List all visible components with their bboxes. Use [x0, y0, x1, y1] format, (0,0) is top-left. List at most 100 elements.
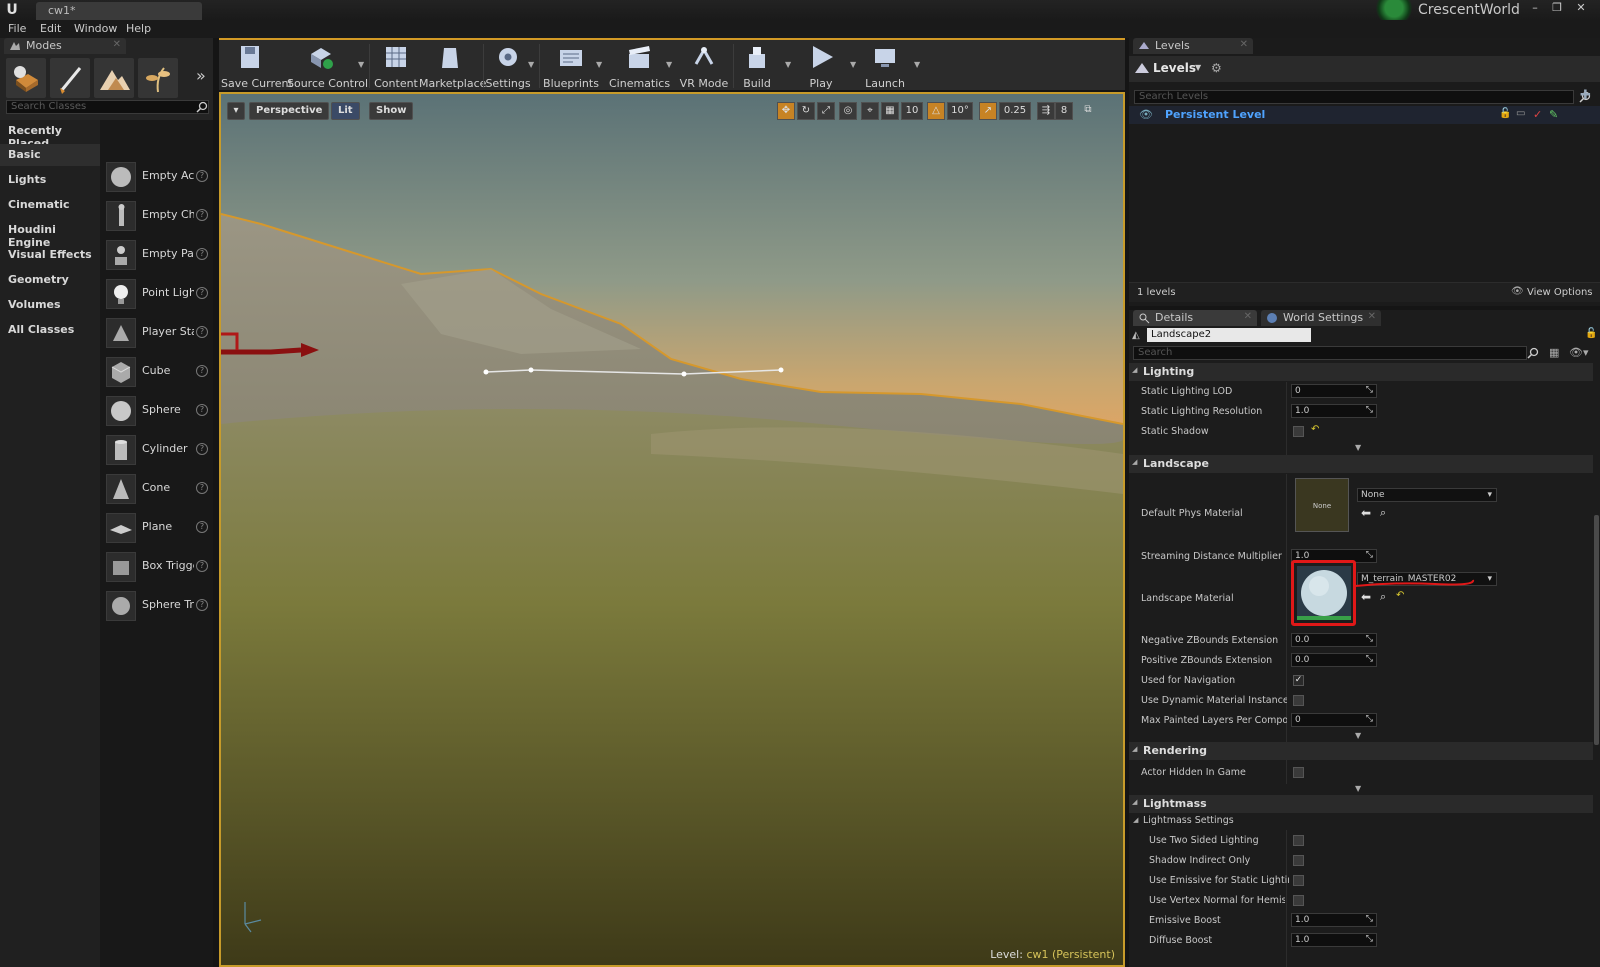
section-lightmass[interactable]: Lightmass: [1129, 795, 1593, 813]
section-rendering[interactable]: Rendering: [1129, 742, 1593, 760]
section-landscape[interactable]: Landscape: [1129, 455, 1593, 473]
maximize-viewport-icon[interactable]: ⧉: [1081, 102, 1095, 120]
launch-button[interactable]: Launch: [863, 44, 907, 90]
maximize-button[interactable]: ❐: [1548, 1, 1566, 15]
surface-snap-icon[interactable]: ⌖: [861, 102, 879, 120]
add-level-icon[interactable]: ✚: [1580, 88, 1591, 103]
levels-menu[interactable]: Levels: [1153, 61, 1196, 75]
lightmass-settings-group[interactable]: Lightmass Settings: [1143, 815, 1289, 826]
max-painted-layers-input[interactable]: 0: [1291, 713, 1377, 727]
level-details-icon[interactable]: ⚙: [1211, 61, 1222, 75]
vertex-normal-checkbox[interactable]: [1293, 895, 1304, 906]
blueprints-button[interactable]: Blueprints: [543, 44, 599, 90]
details-search-input[interactable]: Search: [1133, 346, 1527, 360]
rotation-snap-icon[interactable]: △: [927, 102, 945, 120]
tab-levels[interactable]: Levels ✕: [1133, 38, 1253, 54]
property-matrix-icon[interactable]: ▦: [1549, 346, 1559, 359]
show-button[interactable]: Show: [369, 102, 414, 120]
list-item-cube[interactable]: Cube?: [104, 355, 209, 389]
settings-button[interactable]: Settings: [485, 44, 531, 90]
list-item-player-start[interactable]: Player Sta?: [104, 316, 209, 350]
tab-world-settings[interactable]: World Settings ✕: [1261, 310, 1381, 326]
use-selected-arrow-icon[interactable]: ⬅: [1361, 590, 1371, 604]
landscape-mode-button[interactable]: [94, 58, 134, 98]
details-scrollbar[interactable]: [1594, 515, 1599, 745]
cinematics-dropdown-icon[interactable]: ▼: [666, 60, 672, 69]
grid-snap-value[interactable]: 10: [901, 102, 923, 120]
perspective-button[interactable]: Perspective: [249, 102, 330, 120]
advanced-expand-icon[interactable]: ▼: [1355, 443, 1361, 452]
check-icon[interactable]: ✓: [1533, 108, 1542, 121]
list-item-cone[interactable]: Cone?: [104, 472, 209, 506]
source-control-button[interactable]: Source Control: [287, 44, 368, 90]
list-item-empty-character[interactable]: Empty Cha?: [104, 199, 209, 233]
menu-help[interactable]: Help: [126, 22, 151, 35]
launch-dropdown-icon[interactable]: ▼: [914, 60, 920, 69]
paint-mode-button[interactable]: [50, 58, 90, 98]
close-icon[interactable]: ✕: [1244, 311, 1252, 322]
tab-modes[interactable]: Modes ✕: [4, 38, 126, 54]
help-icon[interactable]: ?: [196, 248, 208, 260]
lit-button[interactable]: Lit: [331, 102, 360, 120]
document-tab[interactable]: cw1*: [36, 2, 202, 20]
category-lights[interactable]: Lights: [0, 169, 100, 191]
help-icon[interactable]: ?: [196, 599, 208, 611]
emissive-boost-input[interactable]: 1.0: [1291, 913, 1377, 927]
translate-icon[interactable]: ✥: [777, 102, 795, 120]
list-item-cylinder[interactable]: Cylinder?: [104, 433, 209, 467]
levels-dropdown-icon[interactable]: ▼: [1195, 63, 1201, 72]
advanced-expand-icon[interactable]: ▼: [1355, 731, 1361, 740]
phys-material-thumbnail[interactable]: None: [1295, 478, 1349, 532]
viewport-options-button[interactable]: ▾: [227, 102, 245, 120]
world-space-icon[interactable]: ◎: [839, 102, 857, 120]
section-lighting[interactable]: Lighting: [1129, 363, 1593, 381]
help-icon[interactable]: ?: [196, 287, 208, 299]
advanced-expand-icon[interactable]: ▼: [1355, 784, 1361, 793]
used-for-navigation-checkbox[interactable]: ✓: [1293, 675, 1304, 686]
camera-speed-value[interactable]: 8: [1055, 102, 1073, 120]
scale-icon[interactable]: ⤢: [817, 102, 835, 120]
color-icon[interactable]: ✎: [1549, 108, 1558, 121]
category-visual-effects[interactable]: Visual Effects: [0, 244, 100, 266]
save-level-icon[interactable]: ▭: [1516, 108, 1525, 119]
diffuse-boost-input[interactable]: 1.0: [1291, 933, 1377, 947]
source-control-dropdown-icon[interactable]: ▼: [358, 60, 364, 69]
close-window-button[interactable]: ✕: [1572, 1, 1590, 15]
help-icon[interactable]: ?: [196, 170, 208, 182]
level-row-persistent[interactable]: 👁 Persistent Level 🔓 ▭ ✓ ✎: [1129, 106, 1600, 124]
help-icon[interactable]: ?: [196, 521, 208, 533]
static-lighting-lod-input[interactable]: 0: [1291, 384, 1377, 398]
visibility-options-icon[interactable]: 👁▾: [1569, 346, 1589, 359]
search-classes-input[interactable]: Search Classes: [6, 100, 209, 114]
help-icon[interactable]: ?: [196, 443, 208, 455]
list-item-sphere-trigger[interactable]: Sphere Tr?: [104, 589, 209, 623]
play-button[interactable]: Play: [799, 44, 843, 90]
scale-snap-value[interactable]: 0.25: [999, 102, 1031, 120]
collapse-icon[interactable]: ◢: [1133, 816, 1138, 824]
content-button[interactable]: Content: [371, 44, 421, 90]
grid-snap-icon[interactable]: ▦: [881, 102, 899, 120]
static-lighting-resolution-input[interactable]: 1.0: [1291, 404, 1377, 418]
actor-name-field[interactable]: Landscape2: [1147, 328, 1311, 342]
camera-speed-icon[interactable]: ⇶: [1037, 102, 1055, 120]
blueprints-dropdown-icon[interactable]: ▼: [596, 60, 602, 69]
save-current-button[interactable]: Save Current: [221, 44, 293, 90]
browse-icon[interactable]: ⌕: [1380, 590, 1386, 604]
scale-snap-icon[interactable]: ↗: [979, 102, 997, 120]
list-item-box-trigger[interactable]: Box Trigge?: [104, 550, 209, 584]
build-button[interactable]: Build: [735, 44, 779, 90]
help-icon[interactable]: ?: [196, 560, 208, 572]
two-sided-lighting-checkbox[interactable]: [1293, 835, 1304, 846]
list-item-point-light[interactable]: Point Light?: [104, 277, 209, 311]
lock-icon[interactable]: 🔓: [1585, 328, 1597, 339]
menu-edit[interactable]: Edit: [40, 22, 61, 35]
browse-icon[interactable]: ⌕: [1380, 506, 1386, 520]
help-icon[interactable]: ?: [196, 326, 208, 338]
help-icon[interactable]: ?: [196, 482, 208, 494]
lock-icon[interactable]: 🔓: [1499, 108, 1511, 119]
level-viewport[interactable]: ▾ Perspective Lit Show ✥ ↻ ⤢ ◎ ⌖ ▦ 10 △ …: [219, 92, 1125, 967]
view-options-button[interactable]: View Options: [1527, 287, 1593, 298]
category-all-classes[interactable]: All Classes: [0, 319, 100, 341]
close-icon[interactable]: ✕: [113, 39, 121, 50]
list-item-plane[interactable]: Plane?: [104, 511, 209, 545]
